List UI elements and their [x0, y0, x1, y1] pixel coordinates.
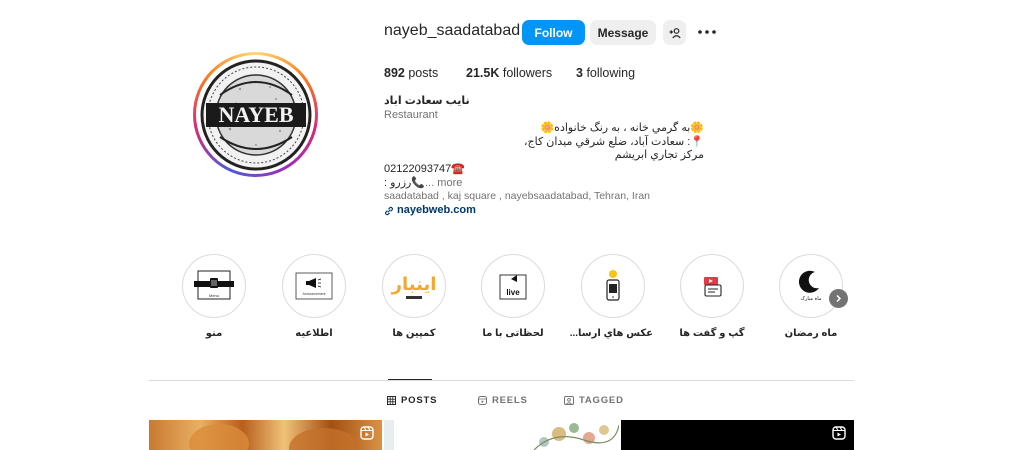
nayeb-logo: NAYEB [200, 59, 311, 170]
highlight-label: لحظاتی با ما [482, 328, 544, 339]
profile-username: nayeb_saadatabad [384, 22, 521, 39]
campaign-logo-icon: اینبار [386, 258, 442, 314]
highlight-label: گپ و گفت ها [679, 328, 745, 339]
reel-indicator-icon [832, 426, 846, 445]
highlight-announcement[interactable]: Announcement اطلاعیه [274, 254, 354, 339]
reel-indicator-icon [360, 426, 374, 445]
phone-camera-icon [585, 258, 641, 314]
bio-line-5: : رزرو📞... more [384, 177, 704, 191]
following-label: following [586, 66, 636, 80]
tab-posts[interactable]: POSTS [387, 395, 437, 406]
bio-line-1: 🌼به گرمي خانه ، به رنگ خانواده🌼 [540, 122, 704, 135]
avatar-image: NAYEB [196, 55, 315, 174]
reels-icon [478, 396, 487, 405]
svg-text:اینبار: اینبار [391, 274, 437, 295]
bio-line-3: مركز تجاري ابريشم [614, 149, 704, 162]
highlight-label: ماه رمضان [784, 328, 838, 339]
bio-line-4: 02122093747☎️ [384, 162, 465, 175]
highlight-cover [680, 254, 744, 318]
post-thumbnail[interactable] [621, 420, 854, 450]
chevron-right-icon [836, 294, 842, 303]
suggest-user-button[interactable] [663, 20, 686, 45]
posts-number: 892 [384, 66, 405, 80]
highlight-cover: live [481, 254, 545, 318]
followers-number: 21.5K [466, 66, 500, 80]
tab-reels-label: REELS [492, 395, 528, 406]
more-options-icon[interactable] [697, 22, 717, 42]
followers-link[interactable]: 21.5K followers [466, 66, 552, 80]
add-user-icon [669, 27, 681, 38]
highlight-photos[interactable]: عکس هاي ارسا... [569, 254, 653, 339]
crescent-moon-icon: ماه مبارک [783, 258, 839, 314]
logo-text: NAYEB [218, 102, 293, 127]
grid-icon [387, 396, 396, 405]
tab-reels[interactable]: REELS [478, 395, 528, 406]
profile-category: Restaurant [384, 108, 438, 121]
svg-text:ماه مبارک: ماه مبارک [800, 295, 821, 302]
posts-label: posts [408, 66, 439, 80]
megaphone-icon: Announcement [286, 258, 342, 314]
bio-line-5-text: رزرو📞 [390, 176, 426, 189]
tagged-icon [564, 396, 574, 405]
followers-label: followers [502, 66, 553, 80]
highlight-campaigns[interactable]: اینبار کمپین ها [374, 254, 454, 339]
highlight-label: عکس هاي ارسا... [569, 328, 653, 339]
highlight-label: منو [205, 328, 223, 339]
food-shape [289, 428, 359, 450]
svg-text:Announcement: Announcement [303, 292, 326, 296]
message-button[interactable]: Message [590, 20, 656, 45]
profile-display-name: نایب سعادت اباد [384, 95, 470, 107]
more-link[interactable]: ... more [425, 177, 462, 189]
food-shape [189, 424, 249, 450]
highlight-cover: اینبار [382, 254, 446, 318]
svg-text:live: live [506, 288, 520, 297]
highlight-menu[interactable]: Menu منو [174, 254, 254, 339]
profile-address[interactable]: saadatabad , kaj square , nayebsaadataba… [384, 190, 704, 204]
profile-bio: نایب سعادت اباد Restaurant 🌼به گرمي خانه… [384, 95, 704, 217]
live-icon: live [485, 258, 541, 314]
follow-button[interactable]: Follow [522, 20, 585, 45]
link-icon [385, 206, 393, 215]
highlight-cover: Menu [182, 254, 246, 318]
floral-pattern-image [384, 420, 619, 450]
post-thumbnail[interactable] [384, 420, 619, 450]
svg-text:Menu: Menu [209, 293, 219, 298]
posts-count: 892 posts [384, 66, 438, 80]
post-thumbnail[interactable] [149, 420, 382, 450]
highlight-label: اطلاعیه [295, 328, 333, 339]
following-number: 3 [576, 66, 583, 80]
highlight-cover: Announcement [282, 254, 346, 318]
highlight-label: کمپین ها [392, 328, 436, 339]
tab-tagged-label: TAGGED [579, 395, 624, 406]
chat-icon [684, 258, 740, 314]
website-url: nayebweb.com [397, 203, 476, 216]
highlight-cover: ماه مبارک [779, 254, 843, 318]
highlight-moments[interactable]: live لحظاتی با ما [473, 254, 553, 339]
highlight-chats[interactable]: گپ و گفت ها [672, 254, 752, 339]
bio-line-2: 📍: سعادت آباد، ضلع شرقي ميدان كاج، [523, 135, 704, 148]
menu-board-icon: Menu [186, 258, 242, 314]
highlight-cover [581, 254, 645, 318]
tab-tagged[interactable]: TAGGED [564, 395, 624, 406]
tab-posts-label: POSTS [401, 395, 438, 406]
tabs-divider [149, 380, 854, 381]
active-tab-indicator [388, 379, 432, 380]
following-link[interactable]: 3 following [576, 66, 635, 80]
highlights-next-button[interactable] [829, 289, 848, 308]
profile-avatar[interactable]: NAYEB [193, 52, 318, 177]
website-link[interactable]: nayebweb.com [384, 204, 704, 218]
